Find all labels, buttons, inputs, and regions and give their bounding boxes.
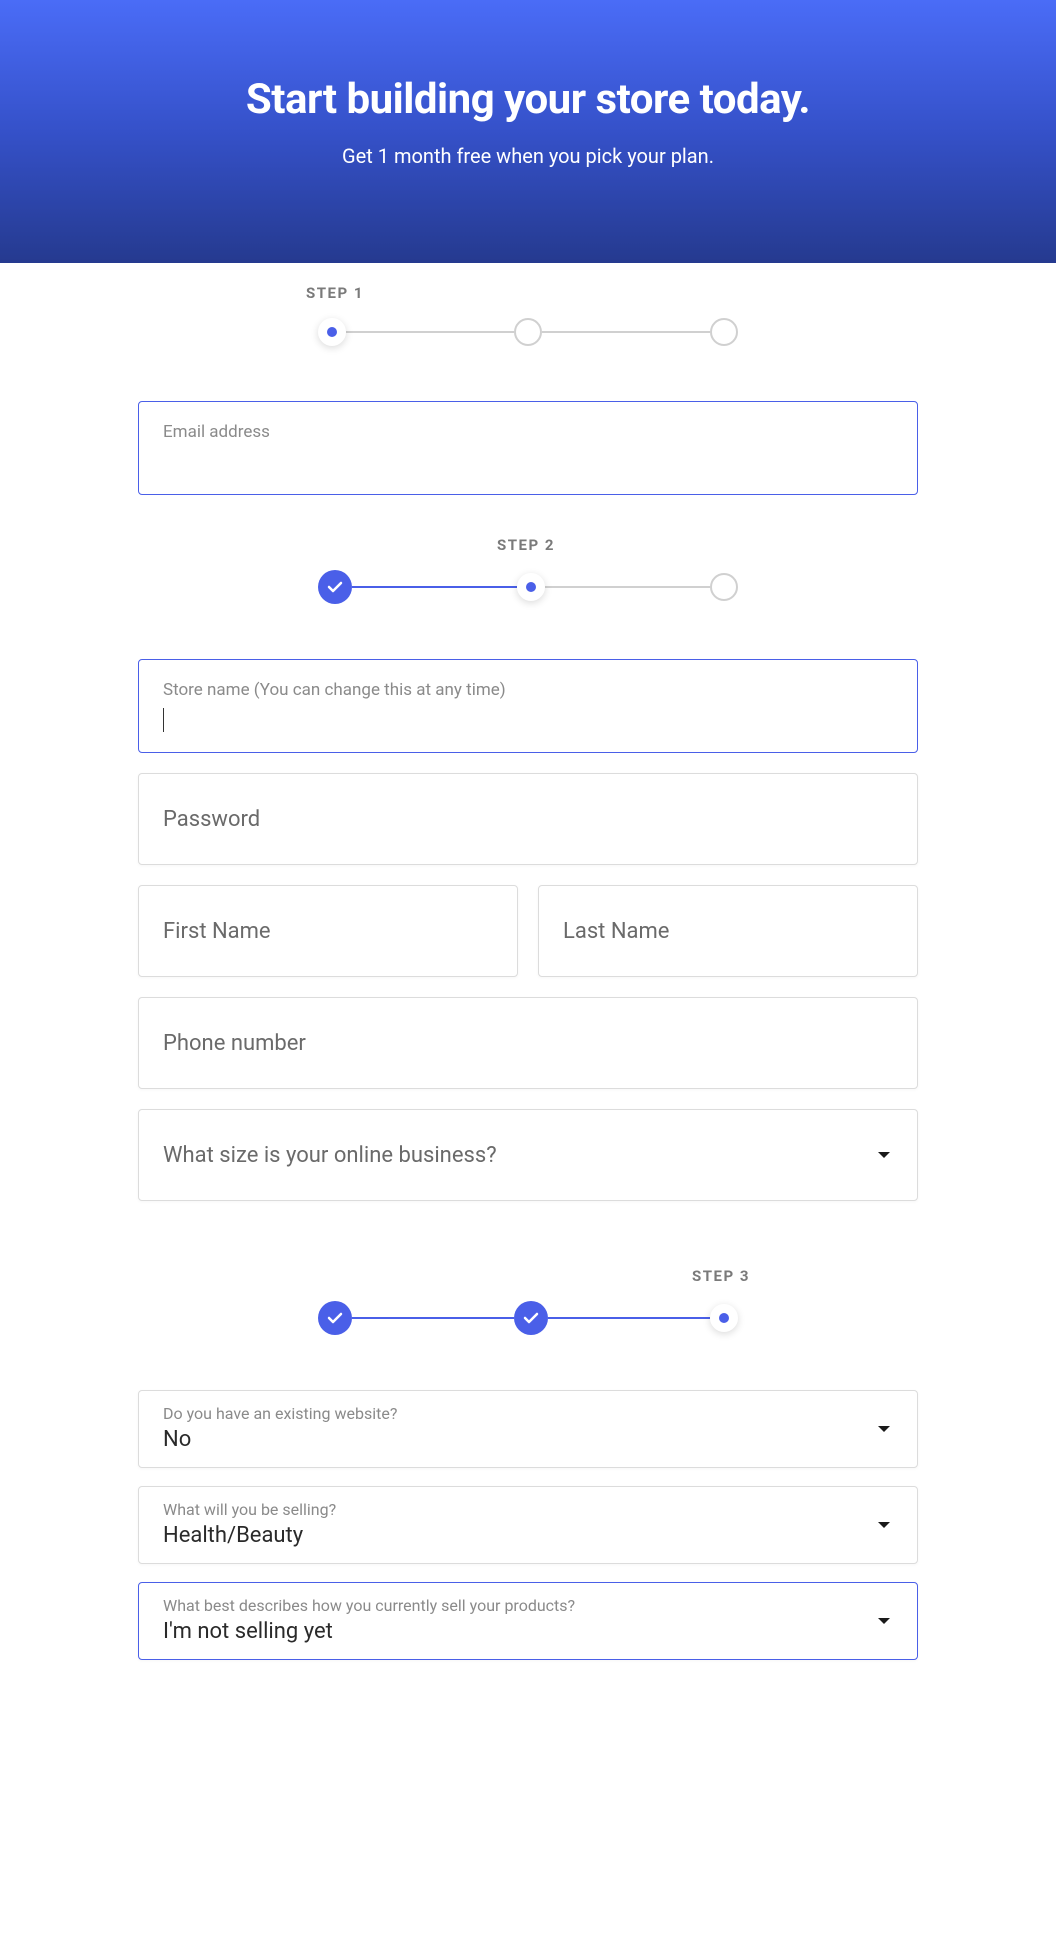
step-3-indicator bbox=[710, 318, 738, 346]
step-2-indicator-current bbox=[517, 573, 545, 601]
step-3-label: STEP 3 bbox=[692, 1267, 750, 1285]
first-name-field[interactable]: First Name bbox=[138, 885, 518, 977]
phone-field[interactable]: Phone number bbox=[138, 997, 918, 1089]
chevron-down-icon bbox=[877, 1425, 891, 1433]
last-name-label: Last Name bbox=[563, 919, 669, 944]
progress-line-done bbox=[548, 1317, 710, 1319]
first-name-label: First Name bbox=[163, 919, 271, 944]
selling-what-select[interactable]: What will you be selling? Health/Beauty bbox=[138, 1486, 918, 1564]
check-icon bbox=[523, 1310, 539, 1326]
step-3-progress: STEP 3 bbox=[138, 1301, 918, 1335]
progress-line bbox=[542, 331, 710, 333]
step-3-indicator-current bbox=[710, 1304, 738, 1332]
email-label: Email address bbox=[163, 422, 893, 442]
chevron-down-icon bbox=[877, 1521, 891, 1529]
step-2-indicator-done bbox=[514, 1301, 548, 1335]
business-size-label: What size is your online business? bbox=[163, 1143, 497, 1168]
last-name-field[interactable]: Last Name bbox=[538, 885, 918, 977]
step-1-label: STEP 1 bbox=[306, 284, 364, 302]
hero-subtitle: Get 1 month free when you pick your plan… bbox=[20, 144, 1036, 168]
step-3-section: STEP 3 Do you have an existing website? … bbox=[138, 1221, 918, 1660]
store-name-label: Store name (You can change this at any t… bbox=[163, 680, 893, 700]
progress-line bbox=[346, 331, 514, 333]
selling-method-label: What best describes how you currently se… bbox=[163, 1596, 893, 1615]
phone-label: Phone number bbox=[163, 1031, 306, 1056]
progress-line-done bbox=[352, 1317, 514, 1319]
check-icon bbox=[327, 579, 343, 595]
step-2-progress: STEP 2 bbox=[138, 570, 918, 604]
business-size-select[interactable]: What size is your online business? bbox=[138, 1109, 918, 1201]
step-1-indicator-done bbox=[318, 570, 352, 604]
selling-what-value: Health/Beauty bbox=[163, 1523, 893, 1548]
step-1-section: STEP 1 Email address bbox=[138, 263, 918, 495]
progress-line bbox=[545, 586, 710, 588]
hero-banner: Start building your store today. Get 1 m… bbox=[0, 0, 1056, 263]
existing-website-select[interactable]: Do you have an existing website? No bbox=[138, 1390, 918, 1468]
chevron-down-icon bbox=[877, 1617, 891, 1625]
password-field[interactable]: Password bbox=[138, 773, 918, 865]
selling-what-label: What will you be selling? bbox=[163, 1500, 893, 1519]
step-2-indicator bbox=[514, 318, 542, 346]
step-1-indicator-current bbox=[318, 318, 346, 346]
step-1-indicator-done bbox=[318, 1301, 352, 1335]
chevron-down-icon bbox=[877, 1151, 891, 1159]
store-name-field[interactable]: Store name (You can change this at any t… bbox=[138, 659, 918, 753]
progress-line-done bbox=[352, 586, 517, 588]
existing-website-value: No bbox=[163, 1427, 893, 1452]
step-1-progress: STEP 1 bbox=[138, 318, 918, 346]
check-icon bbox=[327, 1310, 343, 1326]
selling-method-select[interactable]: What best describes how you currently se… bbox=[138, 1582, 918, 1660]
step-2-label: STEP 2 bbox=[497, 536, 555, 554]
existing-website-label: Do you have an existing website? bbox=[163, 1404, 893, 1423]
step-3-indicator bbox=[710, 573, 738, 601]
selling-method-value: I'm not selling yet bbox=[163, 1619, 893, 1644]
step-2-section: STEP 2 Store name (You can change this a… bbox=[138, 515, 918, 1201]
password-label: Password bbox=[163, 807, 260, 832]
hero-title: Start building your store today. bbox=[20, 75, 1036, 124]
email-field[interactable]: Email address bbox=[138, 401, 918, 495]
